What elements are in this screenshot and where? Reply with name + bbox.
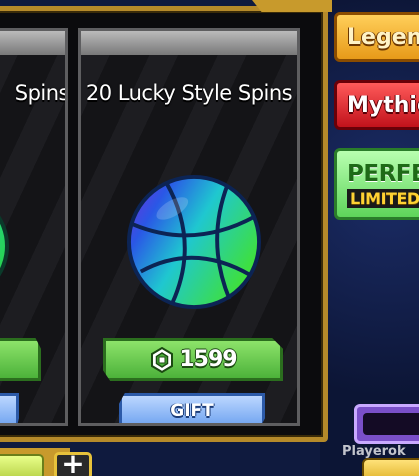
buy-button[interactable]: 1599 — [103, 338, 283, 381]
product-card-lucky-spins[interactable]: 20 Lucky Style Spins 1599 GIFT — [78, 28, 300, 426]
frame-accent — [252, 0, 332, 12]
gift-label: GIFT — [170, 401, 214, 421]
tab-purple-inner — [363, 413, 419, 435]
basketball-icon — [0, 212, 9, 282]
watermark: Playerok — [342, 444, 406, 459]
gift-button[interactable]: GIFT — [119, 393, 265, 423]
price-button[interactable] — [0, 338, 41, 381]
robux-icon — [151, 346, 174, 373]
tab-legendary[interactable]: Legend — [334, 12, 419, 62]
gift-button[interactable] — [0, 393, 19, 423]
product-card-left[interactable]: Spins — [0, 28, 68, 426]
tab-perfect-limited[interactable]: PERFEC LIMITED TI — [334, 148, 419, 220]
tab-legendary-label: Legend — [347, 24, 419, 50]
add-button[interactable]: + — [54, 450, 92, 476]
tab-bottom-right[interactable] — [362, 458, 419, 476]
tab-perfect-title: PERFEC — [347, 160, 419, 187]
card-title: Spins — [14, 81, 68, 105]
card-title: 20 Lucky Style Spins — [85, 81, 293, 105]
price-label: 1599 — [179, 347, 237, 372]
tab-purple[interactable] — [354, 404, 419, 444]
bottom-slot[interactable] — [0, 454, 44, 476]
tab-mythic-label: Mythic — [347, 92, 419, 118]
tab-mythic[interactable]: Mythic — [334, 80, 419, 130]
tab-perfect-subtitle: LIMITED TI — [347, 188, 419, 208]
basketball-icon — [126, 174, 262, 310]
